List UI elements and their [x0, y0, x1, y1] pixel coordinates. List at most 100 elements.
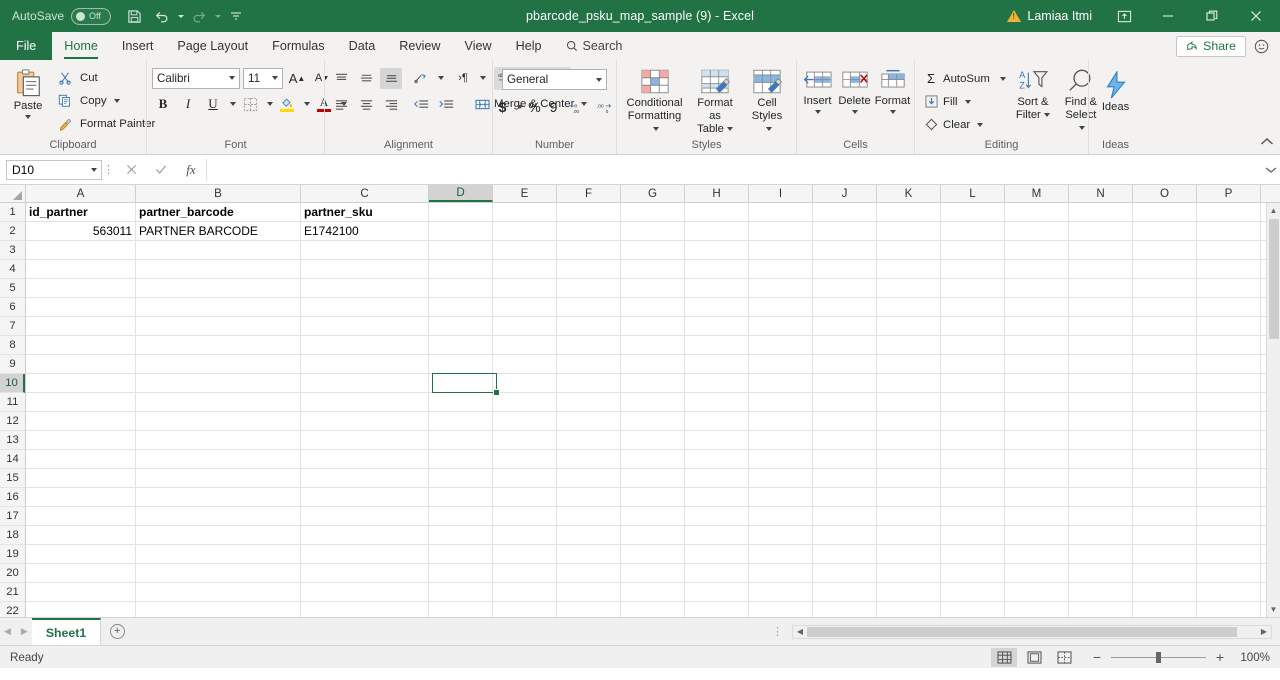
cell-K16[interactable]	[877, 488, 941, 506]
column-header-K[interactable]: K	[877, 185, 941, 202]
cell-J5[interactable]	[813, 279, 877, 297]
cell-P22[interactable]	[1197, 602, 1261, 617]
cell-B12[interactable]	[136, 412, 301, 430]
column-header-E[interactable]: E	[493, 185, 557, 202]
cell-F3[interactable]	[557, 241, 621, 259]
cell-F7[interactable]	[557, 317, 621, 335]
cell-styles-dropdown-icon[interactable]	[765, 126, 772, 131]
cell-G22[interactable]	[621, 602, 685, 617]
format-painter-button[interactable]: Format Painter	[51, 112, 158, 135]
format-as-table-dropdown-icon[interactable]	[726, 126, 733, 131]
sheet-tab-sheet1[interactable]: Sheet1	[31, 618, 102, 645]
cell-O20[interactable]	[1133, 564, 1197, 582]
cell-M6[interactable]	[1005, 298, 1069, 316]
share-button[interactable]: Share	[1176, 35, 1246, 57]
cell-D7[interactable]	[429, 317, 493, 335]
column-header-F[interactable]: F	[557, 185, 621, 202]
cell-I12[interactable]	[749, 412, 813, 430]
cell-A14[interactable]	[26, 450, 136, 468]
cell-F2[interactable]	[557, 222, 621, 240]
row-header-5[interactable]: 5	[0, 279, 25, 298]
horizontal-scroll-thumb[interactable]	[807, 626, 1237, 637]
cell-O14[interactable]	[1133, 450, 1197, 468]
cell-N18[interactable]	[1069, 526, 1133, 544]
cell-I10[interactable]	[749, 374, 813, 392]
column-header-C[interactable]: C	[301, 185, 429, 202]
autosum-button[interactable]: Σ AutoSum	[920, 67, 1009, 90]
column-header-M[interactable]: M	[1005, 185, 1069, 202]
cell-D4[interactable]	[429, 260, 493, 278]
scroll-right-arrow[interactable]: ▶	[1257, 627, 1271, 636]
align-bottom-icon[interactable]	[380, 67, 402, 89]
cell-M11[interactable]	[1005, 393, 1069, 411]
cell-L2[interactable]	[941, 222, 1005, 240]
cell-M18[interactable]	[1005, 526, 1069, 544]
cell-D6[interactable]	[429, 298, 493, 316]
cell-K15[interactable]	[877, 469, 941, 487]
autosave-toggle[interactable]: AutoSave Off	[12, 7, 112, 25]
font-size-dropdown-icon[interactable]	[272, 76, 278, 80]
cell-A10[interactable]	[26, 374, 136, 392]
cell-J13[interactable]	[813, 431, 877, 449]
cell-C6[interactable]	[301, 298, 429, 316]
cell-E6[interactable]	[493, 298, 557, 316]
column-header-J[interactable]: J	[813, 185, 877, 202]
cell-E11[interactable]	[493, 393, 557, 411]
cell-D22[interactable]	[429, 602, 493, 617]
cell-H7[interactable]	[685, 317, 749, 335]
cell-A11[interactable]	[26, 393, 136, 411]
horizontal-scrollbar[interactable]: ◀ ▶	[792, 624, 1272, 639]
cell-C15[interactable]	[301, 469, 429, 487]
row-header-1[interactable]: 1	[0, 203, 25, 222]
cell-F9[interactable]	[557, 355, 621, 373]
format-cells-button[interactable]: Format	[874, 66, 912, 119]
cell-O12[interactable]	[1133, 412, 1197, 430]
cell-P21[interactable]	[1197, 583, 1261, 601]
cell-G20[interactable]	[621, 564, 685, 582]
tab-formulas[interactable]: Formulas	[260, 32, 336, 60]
cell-P1[interactable]	[1197, 203, 1261, 221]
cell-B8[interactable]	[136, 336, 301, 354]
cell-A18[interactable]	[26, 526, 136, 544]
cell-M14[interactable]	[1005, 450, 1069, 468]
cell-K17[interactable]	[877, 507, 941, 525]
cell-L20[interactable]	[941, 564, 1005, 582]
zoom-slider[interactable]	[1111, 651, 1206, 663]
number-format-select[interactable]: General	[502, 69, 607, 90]
cell-I21[interactable]	[749, 583, 813, 601]
cell-N15[interactable]	[1069, 469, 1133, 487]
cell-F13[interactable]	[557, 431, 621, 449]
cell-A4[interactable]	[26, 260, 136, 278]
cell-P6[interactable]	[1197, 298, 1261, 316]
cell-O7[interactable]	[1133, 317, 1197, 335]
cell-F12[interactable]	[557, 412, 621, 430]
cell-L1[interactable]	[941, 203, 1005, 221]
row-header-14[interactable]: 14	[0, 450, 25, 469]
cell-H5[interactable]	[685, 279, 749, 297]
cell-C19[interactable]	[301, 545, 429, 563]
cell-N1[interactable]	[1069, 203, 1133, 221]
cell-F18[interactable]	[557, 526, 621, 544]
cell-K21[interactable]	[877, 583, 941, 601]
cell-M7[interactable]	[1005, 317, 1069, 335]
cell-I18[interactable]	[749, 526, 813, 544]
cell-O16[interactable]	[1133, 488, 1197, 506]
cell-M1[interactable]	[1005, 203, 1069, 221]
cell-D12[interactable]	[429, 412, 493, 430]
cell-C11[interactable]	[301, 393, 429, 411]
zoom-slider-thumb[interactable]	[1156, 651, 1161, 663]
redo-icon[interactable]	[186, 3, 212, 29]
cell-B11[interactable]	[136, 393, 301, 411]
save-icon[interactable]	[121, 3, 147, 29]
cell-G18[interactable]	[621, 526, 685, 544]
cell-K19[interactable]	[877, 545, 941, 563]
cell-L22[interactable]	[941, 602, 1005, 617]
cell-G9[interactable]	[621, 355, 685, 373]
row-header-4[interactable]: 4	[0, 260, 25, 279]
cell-A22[interactable]	[26, 602, 136, 617]
cell-M9[interactable]	[1005, 355, 1069, 373]
cell-H2[interactable]	[685, 222, 749, 240]
conditional-formatting-dropdown-icon[interactable]	[653, 126, 659, 131]
cell-G8[interactable]	[621, 336, 685, 354]
cell-N11[interactable]	[1069, 393, 1133, 411]
